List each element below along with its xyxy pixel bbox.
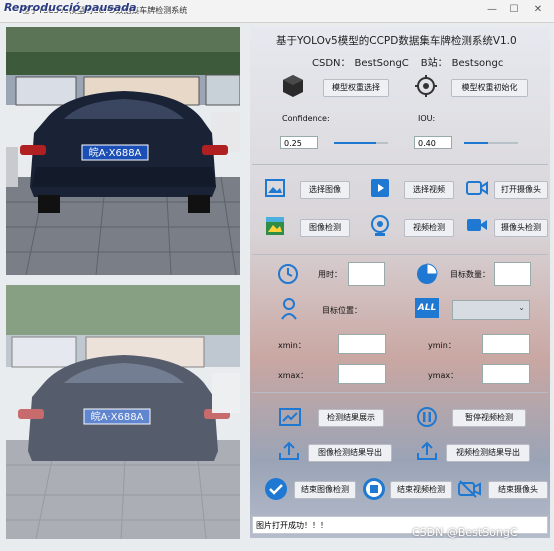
- target-count-field: [494, 262, 531, 286]
- app-heading: 基于YOLOv5模型的CCPD数据集车牌检测系统V1.0: [276, 35, 517, 47]
- camera-detect-icon: [467, 219, 487, 231]
- maximize-button[interactable]: ☐: [504, 4, 524, 15]
- end-image-detect-button[interactable]: 结束图像检测: [294, 481, 356, 499]
- all-targets-icon: ALL: [415, 298, 439, 318]
- camera-icon: [466, 181, 488, 195]
- export-video-results-button[interactable]: 视频检测结果导出: [446, 444, 530, 462]
- target-count-label: 目标数量：: [450, 270, 490, 279]
- upload-video-icon: [417, 441, 437, 460]
- select-image-button[interactable]: 选择图像: [300, 181, 350, 199]
- pause-icon: [417, 407, 437, 427]
- detected-image-view: 皖A·X688A: [6, 285, 240, 539]
- ymax-field: [482, 364, 530, 384]
- close-button[interactable]: ✕: [528, 4, 548, 15]
- output-section: 检测结果展示 暂停视频检测 图像检测结果导出 视频检测结果导出 结束图像检测 结…: [252, 392, 548, 510]
- pie-chart-icon: [417, 263, 438, 284]
- check-circle-icon: [265, 478, 287, 500]
- xmax-field: [338, 364, 386, 384]
- plate-text-detected: 皖A·X688A: [91, 410, 144, 423]
- webcam-icon: [371, 215, 389, 236]
- show-results-button[interactable]: 检测结果展示: [318, 409, 384, 427]
- xmin-field: [338, 334, 386, 354]
- model-cube-icon: [283, 75, 303, 97]
- stop-circle-icon: [363, 478, 385, 500]
- init-weights-button[interactable]: 模型权重初始化: [451, 79, 528, 97]
- xmin-label: xmin：: [278, 341, 306, 350]
- iou-spinbox[interactable]: 0.40: [414, 136, 452, 149]
- confidence-label: Confidence:: [282, 114, 330, 123]
- car-photo-detected: 皖A·X688A: [6, 285, 240, 539]
- export-image-results-button[interactable]: 图像检测结果导出: [308, 444, 392, 462]
- camera-detect-button[interactable]: 摄像头检测: [494, 219, 548, 237]
- control-panel: 基于YOLOv5模型的CCPD数据集车牌检测系统V1.0 CSDN： BestSo…: [250, 27, 550, 538]
- original-image-view: 皖A·X688A: [6, 27, 240, 275]
- ymin-label: ymin：: [428, 341, 456, 350]
- ymin-field: [482, 334, 530, 354]
- xmax-label: xmax：: [278, 371, 309, 380]
- pause-video-button[interactable]: 暂停视频检测: [452, 409, 526, 427]
- car-photo-original: 皖A·X688A: [6, 27, 240, 275]
- author-info: CSDN： BestSongC B站： Bestsongc: [312, 54, 503, 69]
- bilibili-value: Bestsongc: [451, 58, 504, 69]
- image-detect-button[interactable]: 图像检测: [300, 219, 350, 237]
- upload-icon: [279, 441, 299, 460]
- results-section: 用时： 目标数量： 目标位置： ALL ⌄ xmin： ymin： xmax： …: [252, 254, 548, 393]
- chevron-down-icon: ⌄: [518, 303, 525, 312]
- csdn-label: CSDN：: [312, 58, 351, 69]
- csdn-value: BestSongC: [354, 58, 409, 69]
- time-field: [348, 262, 385, 286]
- confidence-spinbox[interactable]: 0.25: [280, 136, 318, 149]
- select-video-button[interactable]: 选择视频: [404, 181, 454, 199]
- video-icon: [371, 179, 389, 197]
- open-camera-button[interactable]: 打开摄像头: [494, 181, 548, 199]
- window-titlebar: 基于YOLOv5模型的CCPD数据集车牌检测系统 Reproducció pau…: [0, 0, 554, 23]
- target-select-dropdown[interactable]: ⌄: [452, 300, 530, 320]
- csdn-watermark: CSDN @BestSongC: [412, 526, 518, 539]
- action-section: 选择图像 选择视频 打开摄像头 图像检测 视频检测 摄像头检测: [252, 164, 548, 263]
- end-camera-button[interactable]: 结束摄像头: [488, 481, 548, 499]
- video-detect-button[interactable]: 视频检测: [404, 219, 454, 237]
- target-position-label: 目标位置：: [322, 306, 362, 315]
- clock-icon: [278, 264, 298, 284]
- iou-slider[interactable]: [464, 142, 518, 144]
- iou-label: IOU:: [418, 114, 436, 123]
- image-detect-icon: [266, 217, 284, 235]
- bilibili-label: B站：: [420, 58, 448, 69]
- playback-overlay-text: Reproducció pausada: [4, 1, 137, 14]
- plate-text-original: 皖A·X688A: [89, 146, 142, 159]
- camera-off-icon: [458, 480, 481, 498]
- end-video-detect-button[interactable]: 结束视频检测: [390, 481, 452, 499]
- select-weights-button[interactable]: 模型权重选择: [323, 79, 389, 97]
- minimize-button[interactable]: —: [482, 4, 502, 15]
- location-pin-icon: [281, 298, 297, 320]
- target-icon: [415, 75, 437, 97]
- confidence-slider[interactable]: [334, 142, 388, 144]
- ymax-label: ymax：: [428, 371, 459, 380]
- time-label: 用时：: [318, 270, 342, 279]
- image-icon: [265, 179, 285, 197]
- chart-icon: [279, 408, 301, 426]
